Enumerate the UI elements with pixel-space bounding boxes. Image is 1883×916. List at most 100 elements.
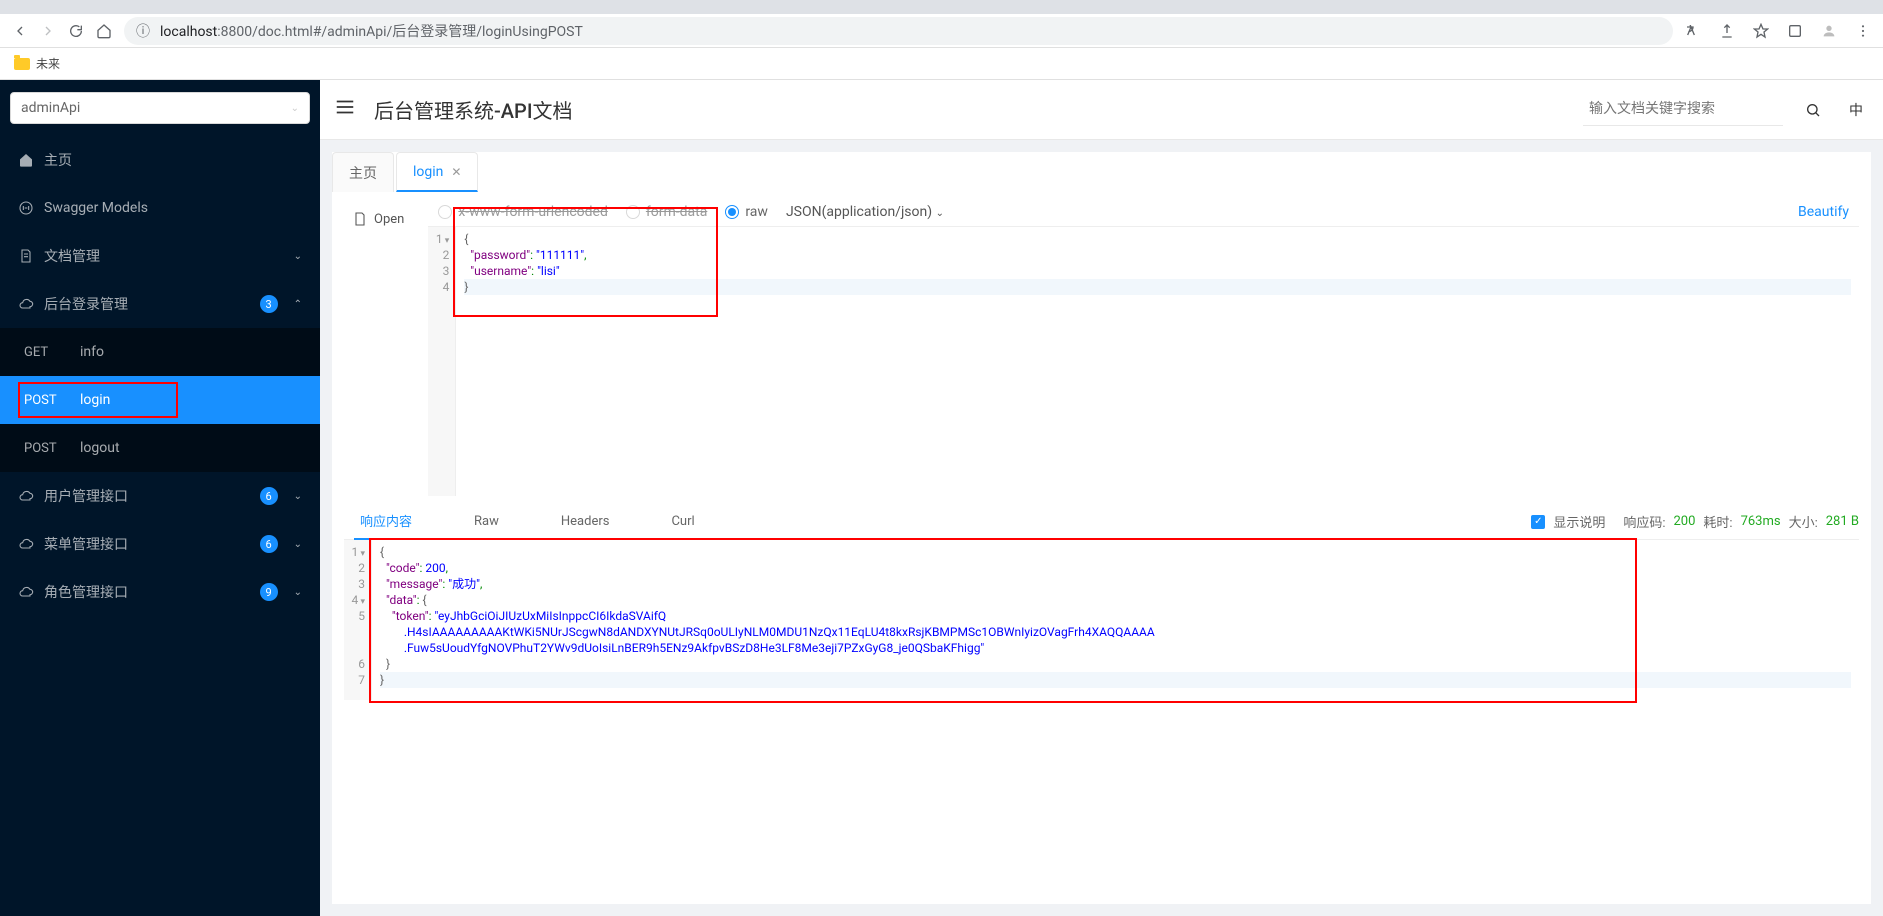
url-bar[interactable]: ⓘ localhost:8800/doc.html#/adminApi/后台登录… [124,17,1673,45]
time-label: 耗时: [1703,512,1732,531]
main-content: 后台管理系统-API文档 中 主页 login ✕ Open [320,80,1883,916]
response-body-editor[interactable]: 1 2 3 4 5 6 7 { "code": 200, "message" [344,540,1859,700]
back-button[interactable] [6,17,34,45]
sidebar-item-docs[interactable]: 文档管理 ⌄ [0,232,320,280]
submenu-item-info[interactable]: GET info [0,328,320,376]
sidebar-item-home[interactable]: 主页 [0,136,320,184]
radio-icon [438,205,452,219]
tab-bar: 主页 login ✕ [332,152,1871,192]
sidebar-item-login-group[interactable]: 后台登录管理 3 ⌃ [0,280,320,328]
radio-raw[interactable]: raw [725,204,768,220]
sidebar: adminApi ⌄ 主页 Swagger Models 文档管理 ⌄ 后台登录… [0,80,320,916]
open-label: Open [374,212,404,227]
editor-gutter: 1 2 3 4 [428,227,456,496]
resp-tab-curl[interactable]: Curl [665,504,700,540]
swagger-icon [18,200,34,216]
submenu-item-label: logout [80,440,120,456]
api-select[interactable]: adminApi ⌄ [10,92,310,124]
request-panel: x-www-form-urlencoded form-data raw JSON… [428,204,1859,496]
sidebar-item-label: 菜单管理接口 [44,534,250,554]
radio-form-data[interactable]: form-data [626,204,707,220]
content-type-select[interactable]: JSON(application/json) ⌄ [786,204,944,220]
cloud-icon [18,488,34,504]
sidebar-item-users[interactable]: 用户管理接口 6 ⌄ [0,472,320,520]
status-label: 响应码: [1623,512,1665,531]
size-value: 281 B [1826,514,1859,529]
extensions-icon [1787,23,1803,39]
reload-button[interactable] [62,17,90,45]
resp-tab-raw[interactable]: Raw [468,504,505,540]
open-button[interactable]: Open [344,204,412,234]
cloud-icon [18,536,34,552]
chevron-down-icon: ⌄ [936,208,944,219]
body-type-row: x-www-form-urlencoded form-data raw JSON… [428,204,1859,220]
translate-button[interactable] [1679,17,1707,45]
home-nav-button[interactable] [90,17,118,45]
radio-label: x-www-form-urlencoded [458,204,608,220]
submenu-login: GET info POST login POST logout [0,328,320,472]
count-badge: 9 [260,583,278,601]
sidebar-toggle[interactable] [334,96,358,123]
reload-icon [68,23,84,39]
star-button[interactable] [1747,17,1775,45]
header: 后台管理系统-API文档 中 [320,80,1883,140]
extensions-button[interactable] [1781,17,1809,45]
chevron-down-icon: ⌄ [291,103,299,114]
profile-button[interactable] [1815,17,1843,45]
api-select-value: adminApi [21,100,80,116]
submenu-item-label: info [80,344,104,360]
page-title: 后台管理系统-API文档 [374,95,1567,124]
sidebar-item-label: 用户管理接口 [44,486,250,506]
menu-button[interactable] [1849,17,1877,45]
chevron-down-icon: ⌄ [294,251,302,262]
sidebar-item-roles[interactable]: 角色管理接口 9 ⌄ [0,568,320,616]
translate-icon [1685,23,1701,39]
count-badge: 6 [260,535,278,553]
chevron-down-icon: ⌄ [294,587,302,598]
bookmark-label: 未来 [36,55,60,72]
radio-label: form-data [646,204,707,220]
forward-button[interactable] [34,17,62,45]
sidebar-item-label: 角色管理接口 [44,582,250,602]
radio-icon [626,205,640,219]
show-desc-label: 显示说明 [1553,512,1605,531]
radio-label: raw [745,204,768,220]
search-input[interactable] [1583,94,1783,126]
bookmarks-bar: 未来 [0,48,1883,80]
search-button[interactable] [1799,96,1827,124]
share-button[interactable] [1713,17,1741,45]
sidebar-item-menus[interactable]: 菜单管理接口 6 ⌄ [0,520,320,568]
sidebar-item-label: 后台登录管理 [44,294,250,314]
editor-gutter: 1 2 3 4 5 6 7 [344,540,372,700]
sidebar-item-label: 主页 [44,150,302,170]
tab-label: 主页 [349,163,377,183]
forward-icon [40,23,56,39]
doc-icon [18,248,34,264]
lang-switch[interactable]: 中 [1843,100,1869,120]
sidebar-item-swagger[interactable]: Swagger Models [0,184,320,232]
sidebar-item-label: 文档管理 [44,246,278,266]
resp-tab-content[interactable]: 响应内容 [354,504,418,540]
submenu-item-logout[interactable]: POST logout [0,424,320,472]
beautify-link[interactable]: Beautify [1798,204,1859,220]
chevron-up-icon: ⌃ [294,299,302,310]
count-badge: 6 [260,487,278,505]
tab-login[interactable]: login ✕ [396,152,478,192]
tab-home[interactable]: 主页 [332,152,394,192]
method-label: POST [24,393,80,408]
resp-tab-headers[interactable]: Headers [555,504,616,540]
cloud-icon [18,296,34,312]
menu-dots-icon [1855,23,1871,39]
search-icon [1805,102,1821,118]
submenu-item-login[interactable]: POST login [0,376,320,424]
browser-toolbar: ⓘ localhost:8800/doc.html#/adminApi/后台登录… [0,14,1883,48]
request-body-editor[interactable]: 1 2 3 4 { "password": "111111", "usernam… [428,226,1859,496]
radio-form-urlencoded[interactable]: x-www-form-urlencoded [438,204,608,220]
bookmark-item[interactable]: 未来 [8,50,66,78]
submenu-item-label: login [80,392,110,408]
method-label: POST [24,441,80,456]
method-label: GET [24,345,80,360]
share-icon [1719,23,1735,39]
show-desc-checkbox[interactable]: ✓ [1531,515,1545,529]
close-icon[interactable]: ✕ [451,165,461,179]
